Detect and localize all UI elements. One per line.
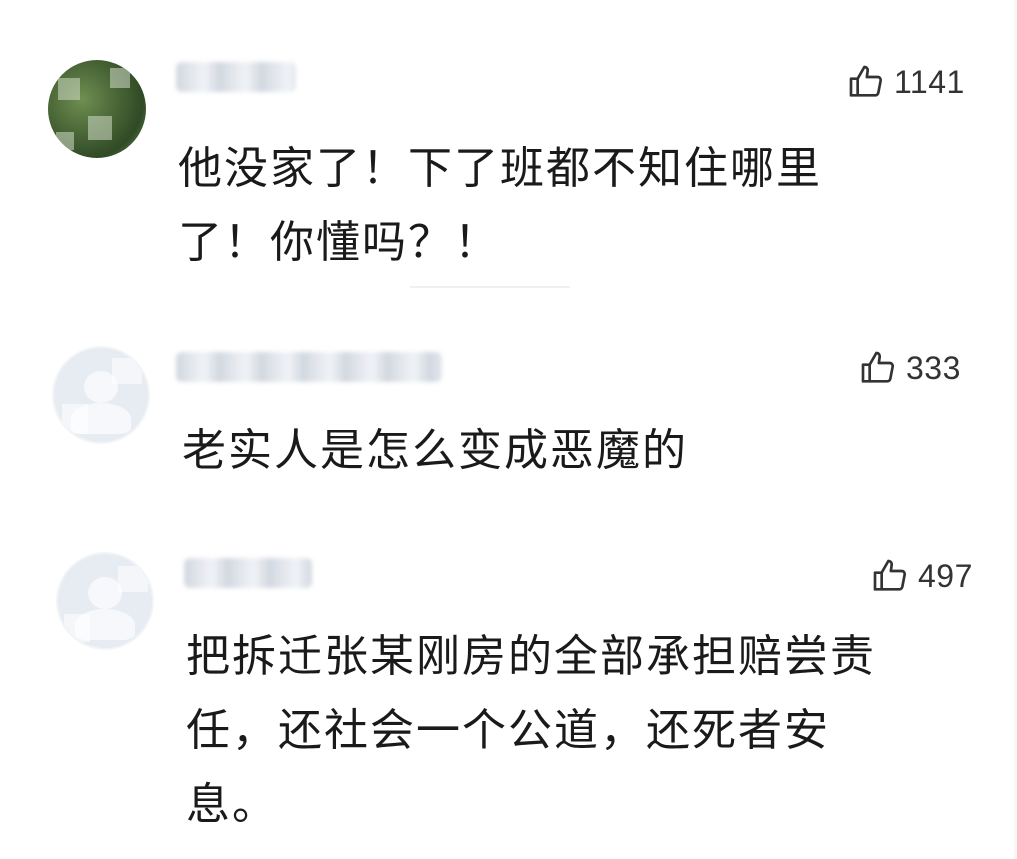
thumbs-up-icon (873, 559, 907, 591)
avatar-head-shape (88, 576, 122, 609)
username-redacted[interactable] (184, 558, 312, 588)
comment-text-line: 把拆迁张某刚房的全部承担赔尝责 (186, 631, 876, 682)
comment-item: 497 把拆迁张某刚房的全部承担赔尝责 任，还社会一个公道，还死者安 息。 (0, 0, 1017, 859)
avatar[interactable] (56, 552, 154, 650)
comment-text-line: 任，还社会一个公道，还死者安 (186, 705, 830, 756)
like-button[interactable]: 497 (870, 556, 973, 596)
comment-text-line: 息。 (186, 779, 278, 830)
comment-text: 把拆迁张某刚房的全部承担赔尝责 任，还社会一个公道，还死者安 息。 (186, 620, 876, 842)
comment-list: 1141 他没家了！下了班都不知住哪里 了！你懂吗？！ 333 老实人是怎么变成… (0, 0, 1017, 859)
like-count: 497 (918, 557, 973, 594)
